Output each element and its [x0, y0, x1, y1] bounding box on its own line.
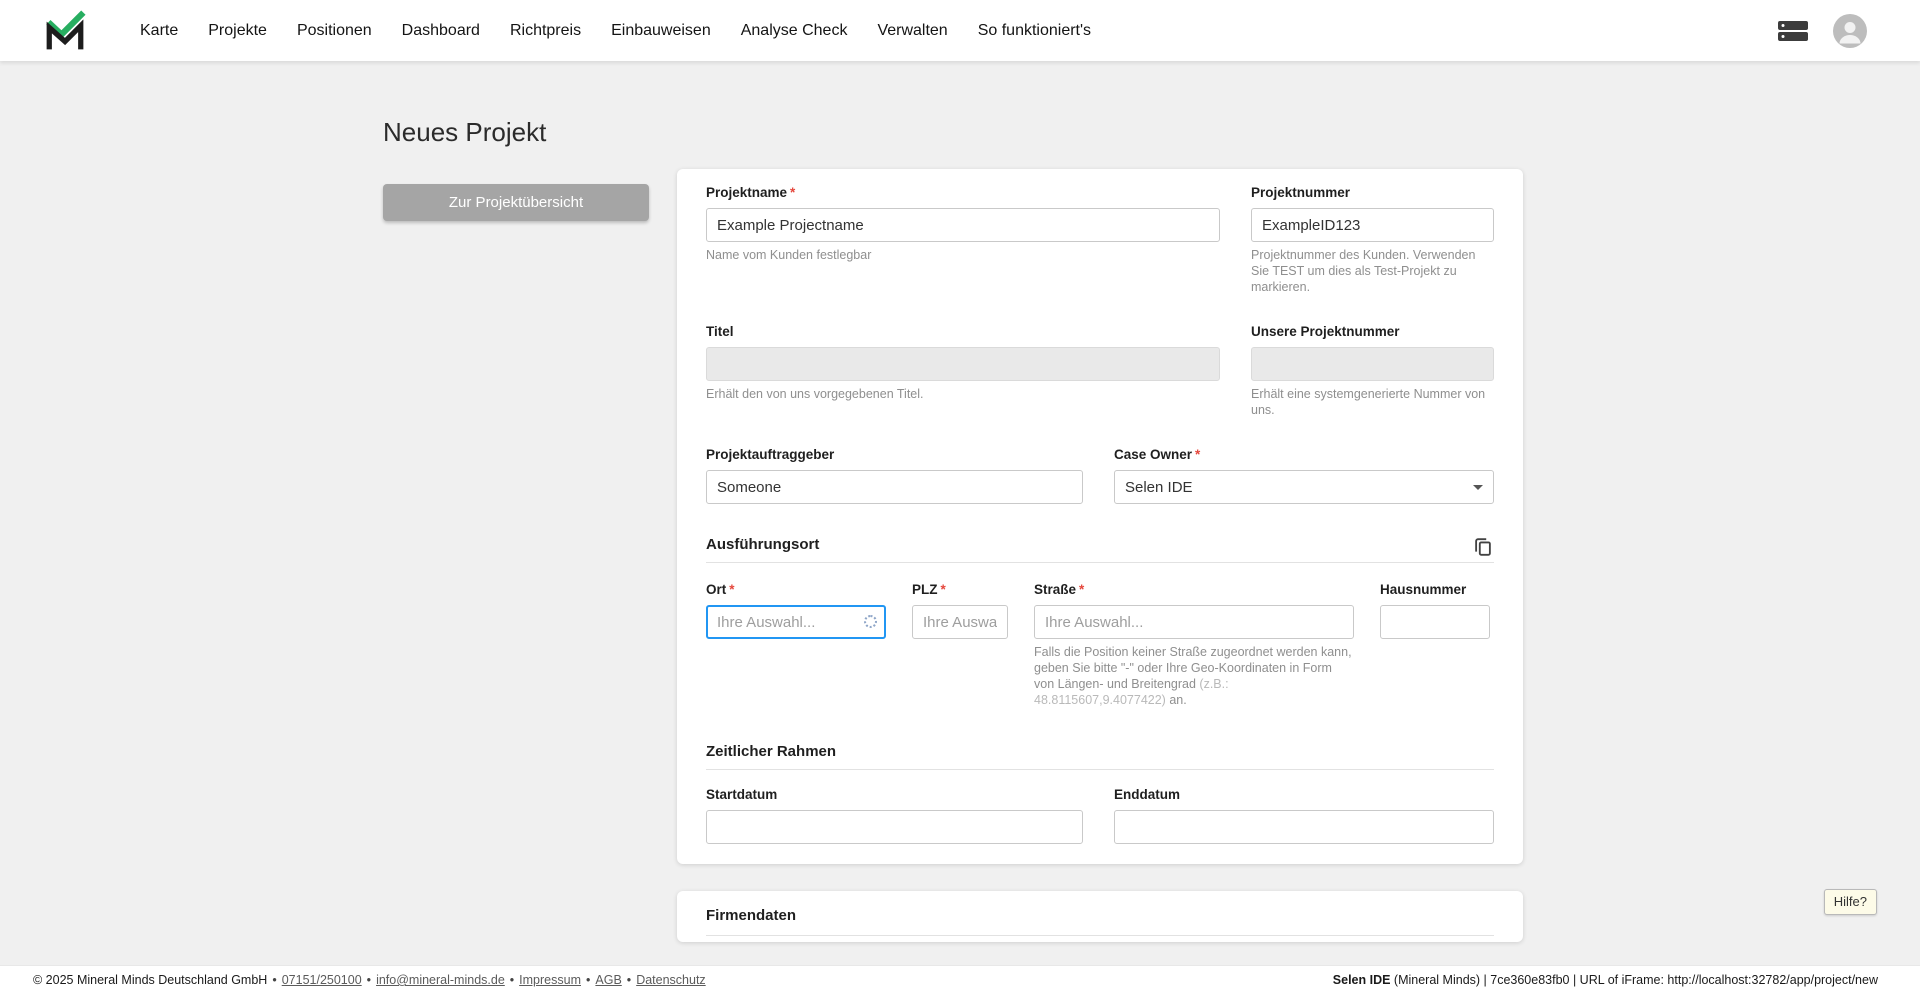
footer-session-info: Selen IDE (Mineral Minds) | 7ce360e83fb0… [1333, 973, 1878, 987]
nav-items: Karte Projekte Positionen Dashboard Rich… [140, 22, 1091, 40]
footer: © 2025 Mineral Minds Deutschland GmbH • … [0, 965, 1920, 994]
page-title: Neues Projekt [383, 117, 547, 147]
nav-item-dashboard[interactable]: Dashboard [402, 22, 480, 40]
case-owner-value: Selen IDE [1125, 478, 1193, 496]
nav-item-einbauweisen[interactable]: Einbauweisen [611, 22, 711, 40]
required-asterisk: * [729, 582, 735, 597]
nav-item-projekte[interactable]: Projekte [208, 22, 267, 40]
ort-input[interactable] [706, 605, 886, 639]
enddatum-input[interactable] [1114, 810, 1494, 844]
projektname-helper: Name vom Kunden festlegbar [706, 248, 872, 262]
app-logo[interactable] [44, 9, 86, 52]
field-projektname: Projektname* Name vom Kunden festlegbar [706, 184, 1220, 295]
logo-icon [46, 9, 86, 49]
copy-icon[interactable] [1472, 536, 1494, 558]
field-enddatum: Enddatum [1114, 786, 1494, 844]
hausnummer-input[interactable] [1380, 605, 1490, 639]
required-asterisk: * [1195, 447, 1201, 462]
section-divider [706, 769, 1494, 770]
enddatum-label: Enddatum [1114, 787, 1180, 802]
field-ort: Ort * [706, 581, 886, 708]
nav-item-positionen[interactable]: Positionen [297, 22, 372, 40]
top-navbar: Karte Projekte Positionen Dashboard Rich… [0, 0, 1920, 61]
field-strasse: Straße* Falls die Position keiner Straße… [1034, 581, 1354, 708]
field-hausnummer: Hausnummer [1380, 581, 1490, 708]
projektnummer-label: Projektnummer [1251, 185, 1351, 200]
projektauftraggeber-label: Projektauftraggeber [706, 447, 835, 462]
field-startdatum: Startdatum [706, 786, 1083, 844]
startdatum-input[interactable] [706, 810, 1083, 844]
field-case-owner: Case Owner * Selen IDE [1114, 446, 1494, 504]
field-unsere-projektnummer: Unsere Projektnummer Erhält eine systemg… [1251, 323, 1494, 418]
field-projektnummer: Projektnummer Projektnummer des Kunden. … [1251, 184, 1494, 295]
ort-label: Ort * [706, 582, 735, 597]
unsere-projektnummer-helper: Erhält eine systemgenerierte Nummer von … [1251, 387, 1486, 417]
strasse-label: Straße * [1034, 582, 1085, 597]
case-owner-select[interactable]: Selen IDE [1114, 470, 1494, 504]
user-avatar[interactable] [1833, 13, 1867, 48]
required-asterisk: * [790, 185, 796, 200]
plz-input[interactable] [912, 605, 1008, 639]
required-asterisk: * [940, 582, 946, 597]
field-titel: Titel Erhält den von uns vorgegebenen Ti… [706, 323, 1220, 418]
copyright-text: © 2025 Mineral Minds Deutschland GmbH [33, 973, 268, 987]
field-projektauftraggeber: Projektauftraggeber [706, 446, 1083, 504]
startdatum-label: Startdatum [706, 787, 778, 802]
firmendaten-card: Firmendaten [677, 891, 1523, 942]
projektname-input[interactable] [706, 208, 1220, 242]
nav-item-verwalten[interactable]: Verwalten [877, 22, 947, 40]
strasse-input[interactable] [1034, 605, 1354, 639]
project-form-card: Projektname* Name vom Kunden festlegbar … [677, 169, 1523, 864]
person-icon [1833, 13, 1867, 48]
footer-datenschutz-link[interactable]: Datenschutz [636, 973, 705, 987]
titel-label: Titel [706, 324, 734, 339]
nav-item-so-funktionierts[interactable]: So funktioniert's [978, 22, 1091, 40]
project-overview-button[interactable]: Zur Projektübersicht [383, 184, 649, 221]
nav-item-analyse-check[interactable]: Analyse Check [741, 22, 848, 40]
server-icon[interactable] [1778, 20, 1808, 41]
loading-spinner-icon [864, 615, 877, 628]
footer-impressum-link[interactable]: Impressum [519, 973, 581, 987]
hausnummer-label: Hausnummer [1380, 582, 1467, 597]
help-button[interactable]: Hilfe? [1823, 889, 1877, 915]
nav-item-richtpreis[interactable]: Richtpreis [510, 22, 581, 40]
chevron-down-icon [1473, 485, 1483, 490]
section-divider [706, 935, 1494, 936]
projektname-label: Projektname * [706, 185, 796, 200]
projektnummer-helper: Projektnummer des Kunden. Verwenden Sie … [1251, 248, 1476, 294]
required-asterisk: * [1079, 582, 1085, 597]
case-owner-label: Case Owner * [1114, 447, 1201, 462]
titel-input [706, 347, 1220, 381]
footer-left: © 2025 Mineral Minds Deutschland GmbH • … [33, 973, 706, 987]
ausfuehrungsort-heading: Ausführungsort [706, 536, 820, 553]
footer-phone-link[interactable]: 07151/250100 [282, 973, 362, 987]
left-column: Zur Projektübersicht [383, 169, 677, 221]
navbar-right [1778, 13, 1867, 48]
nav-item-karte[interactable]: Karte [140, 22, 178, 40]
firmendaten-heading: Firmendaten [706, 907, 797, 924]
zeitlicher-rahmen-heading: Zeitlicher Rahmen [706, 743, 837, 760]
section-divider [706, 562, 1494, 563]
unsere-projektnummer-input [1251, 347, 1494, 381]
titel-helper: Erhält den von uns vorgegebenen Titel. [706, 387, 924, 401]
projektnummer-input[interactable] [1251, 208, 1494, 242]
page-content: Neues Projekt Zur Projektübersicht Proje… [383, 117, 1523, 942]
field-plz: PLZ * [912, 581, 1008, 708]
footer-agb-link[interactable]: AGB [595, 973, 621, 987]
footer-email-link[interactable]: info@mineral-minds.de [376, 973, 505, 987]
session-user: Selen IDE [1332, 973, 1391, 987]
plz-label: PLZ * [912, 582, 946, 597]
projektauftraggeber-input[interactable] [706, 470, 1083, 504]
session-details: (Mineral Minds) | 7ce360e83fb0 | URL of … [1390, 973, 1878, 987]
strasse-helper: Falls die Position keiner Straße zugeord… [1034, 645, 1352, 707]
unsere-projektnummer-label: Unsere Projektnummer [1251, 324, 1400, 339]
